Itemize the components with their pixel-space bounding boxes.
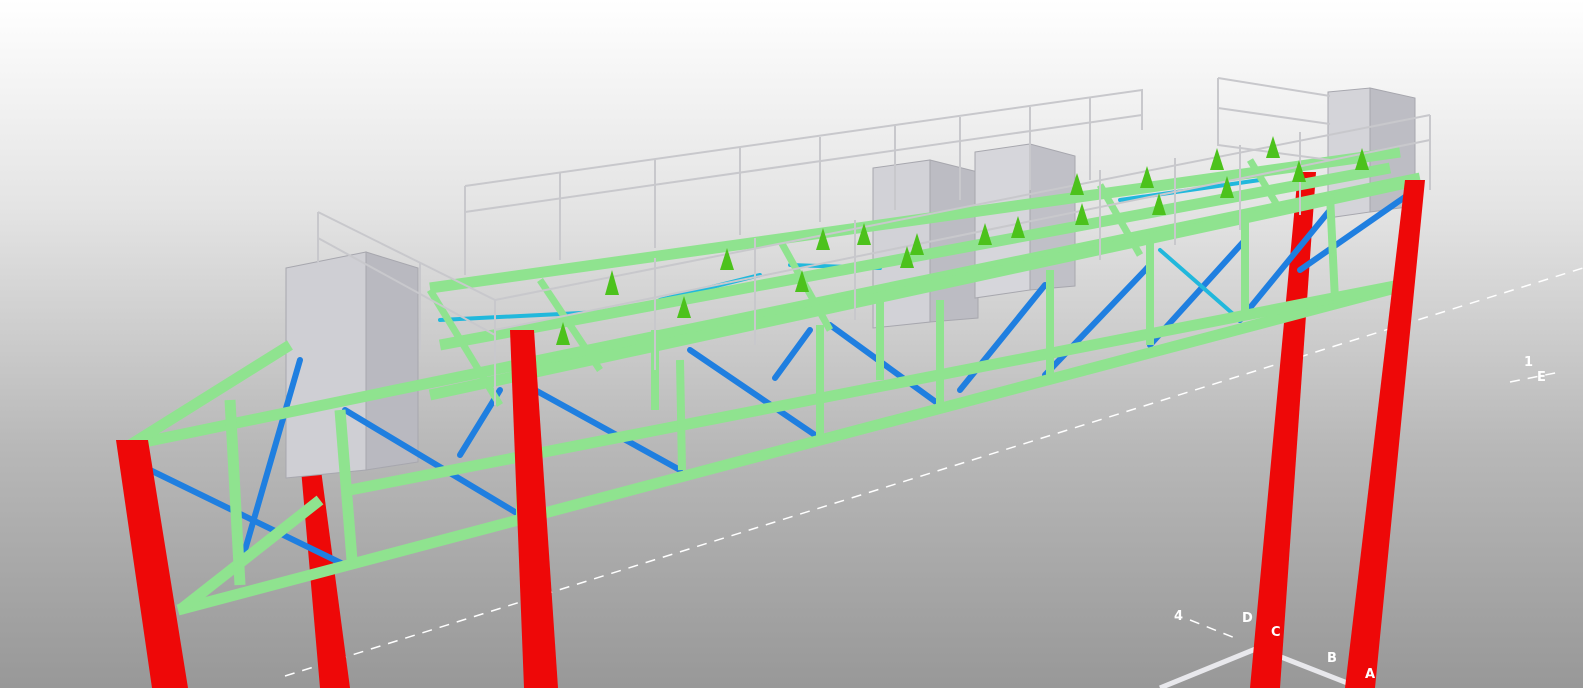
grid-label-d: D	[1242, 611, 1253, 626]
grid-label-4: 4	[1174, 609, 1183, 624]
grid-label-1: 1	[1524, 355, 1533, 370]
structural-model-scene[interactable]: 1 E 4 D C B A	[0, 0, 1583, 688]
grid-label-c: C	[1271, 625, 1281, 640]
column-front-left	[116, 440, 188, 688]
grid-label-e: E	[1537, 370, 1546, 385]
grid-label-b: B	[1327, 651, 1337, 666]
model-viewport[interactable]: 1 E 4 D C B A	[0, 0, 1583, 688]
grid-label-a: A	[1365, 667, 1375, 682]
column-back-right	[1250, 172, 1316, 688]
column-front-right	[1345, 180, 1425, 688]
grid-line-col-e	[1509, 371, 1561, 383]
grid-line-row-4	[1189, 619, 1241, 641]
